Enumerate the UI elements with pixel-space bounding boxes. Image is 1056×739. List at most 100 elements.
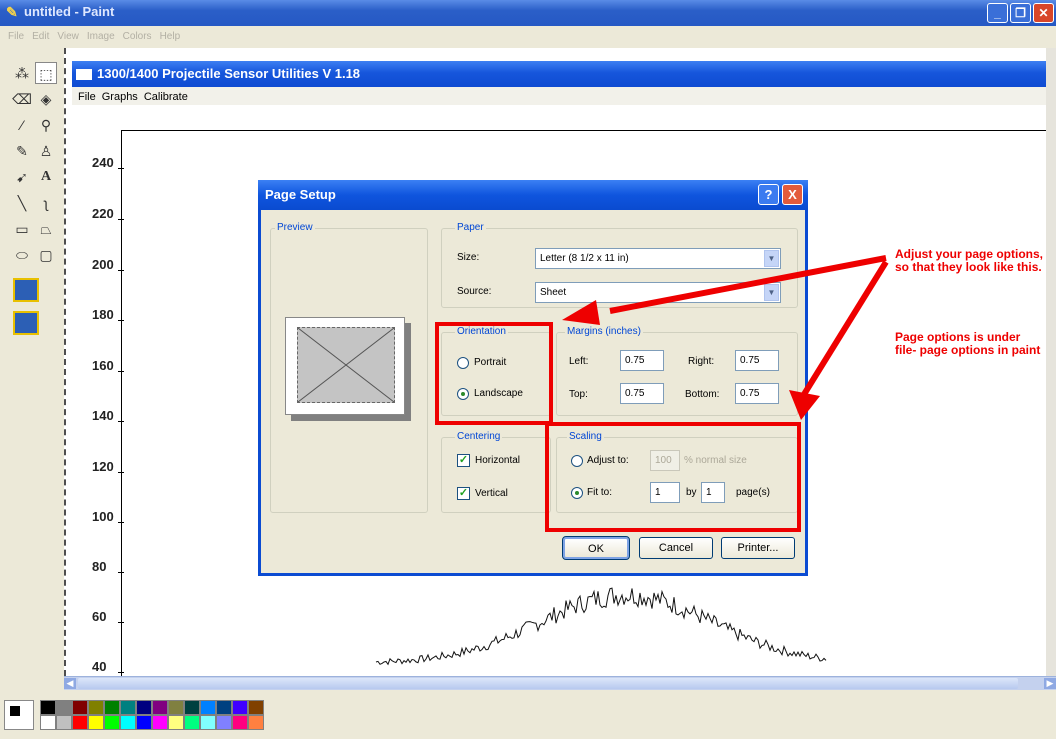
horizontal-scrollbar[interactable]: ◀ ▶ xyxy=(64,676,1056,690)
color-swatch[interactable] xyxy=(56,700,72,715)
color-swatch[interactable] xyxy=(216,715,232,730)
ellipse-icon[interactable]: ⬭ xyxy=(11,244,33,266)
rounded-rectangle-icon[interactable]: ▢ xyxy=(35,244,57,266)
text-icon[interactable]: A xyxy=(35,166,57,188)
vertical-scrollbar[interactable] xyxy=(1046,48,1056,676)
close-button[interactable]: ✕ xyxy=(1033,3,1054,23)
left-margin-input[interactable]: 0.75 xyxy=(620,350,664,371)
scroll-right-icon[interactable]: ▶ xyxy=(1044,678,1056,689)
horizontal-checkbox[interactable]: ✓ xyxy=(457,454,470,467)
vertical-checkbox[interactable]: ✓ xyxy=(457,487,470,500)
foreground-color[interactable] xyxy=(9,705,21,717)
bottom-margin-input[interactable]: 0.75 xyxy=(735,383,779,404)
left-margin-label: Left: xyxy=(569,356,589,367)
color-swatch[interactable] xyxy=(104,700,120,715)
color-swatch[interactable] xyxy=(248,715,264,730)
annotation-text-2: Page options is under file- page options… xyxy=(895,330,1041,357)
bottom-margin-label: Bottom: xyxy=(685,389,720,400)
color-swatch[interactable] xyxy=(184,715,200,730)
color-swatch[interactable] xyxy=(120,700,136,715)
printer-button[interactable]: Printer... xyxy=(721,537,795,559)
color-swatch[interactable] xyxy=(248,700,264,715)
window-controls: _ ❐ ✕ xyxy=(987,3,1054,23)
color-swatch[interactable] xyxy=(136,700,152,715)
airbrush-icon[interactable]: ➹ xyxy=(11,166,33,188)
menu-colors[interactable]: Colors xyxy=(123,31,152,42)
eyedropper-icon[interactable]: ⁄ xyxy=(11,114,33,136)
menu-file[interactable]: File xyxy=(8,31,24,42)
top-margin-label: Top: xyxy=(569,389,588,400)
ok-button[interactable]: OK xyxy=(562,536,630,560)
opaque-mode-icon[interactable] xyxy=(13,278,39,302)
fill-icon[interactable]: ◈ xyxy=(35,88,57,110)
preview-label: Preview xyxy=(275,222,315,233)
color-swatch[interactable] xyxy=(56,715,72,730)
dialog-title: Page Setup xyxy=(265,187,336,202)
curve-icon[interactable]: ʅ xyxy=(35,192,57,214)
polygon-icon[interactable]: ⏢ xyxy=(35,218,57,240)
color-swatch[interactable] xyxy=(168,700,184,715)
eraser-icon[interactable]: ⌫ xyxy=(11,88,33,110)
line-icon[interactable]: ╲ xyxy=(11,192,33,214)
vertical-label: Vertical xyxy=(475,488,508,499)
scrollbar-thumb[interactable] xyxy=(78,678,1018,689)
help-button[interactable]: ? xyxy=(758,184,779,205)
cancel-button[interactable]: Cancel xyxy=(639,537,713,559)
color-swatch[interactable] xyxy=(40,700,56,715)
horizontal-label: Horizontal xyxy=(475,455,521,466)
chevron-down-icon[interactable]: ▼ xyxy=(764,284,779,301)
paint-app-icon: ✎ xyxy=(6,4,18,20)
color-swatch[interactable] xyxy=(104,715,120,730)
color-swatch[interactable] xyxy=(216,700,232,715)
preview-page-icon xyxy=(297,327,395,403)
magnifier-icon[interactable]: ⚲ xyxy=(35,114,57,136)
paper-label: Paper xyxy=(455,222,486,233)
centering-group xyxy=(441,437,551,513)
color-swatch[interactable] xyxy=(40,715,56,730)
margins-label: Margins (inches) xyxy=(565,326,643,337)
paper-size-value: Letter (8 1/2 x 11 in) xyxy=(540,253,629,264)
current-colors[interactable] xyxy=(4,700,34,730)
paper-source-value: Sheet xyxy=(540,287,567,298)
color-swatch[interactable] xyxy=(200,700,216,715)
color-swatch[interactable] xyxy=(168,715,184,730)
source-label: Source: xyxy=(457,286,492,297)
menu-view[interactable]: View xyxy=(57,31,79,42)
top-margin-input[interactable]: 0.75 xyxy=(620,383,664,404)
right-margin-input[interactable]: 0.75 xyxy=(735,350,779,371)
paper-source-select[interactable]: Sheet ▼ xyxy=(535,282,781,303)
rectangle-icon[interactable]: ▭ xyxy=(11,218,33,240)
color-swatch[interactable] xyxy=(136,715,152,730)
centering-label: Centering xyxy=(455,431,503,442)
orientation-highlight xyxy=(435,322,553,425)
color-swatch[interactable] xyxy=(120,715,136,730)
paper-size-select[interactable]: Letter (8 1/2 x 11 in) ▼ xyxy=(535,248,781,269)
toolbox: ⁂ ⬚ ⌫ ◈ ⁄ ⚲ ✎ ♙ ➹ A ╲ ʅ ▭ ⏢ ⬭ ▢ xyxy=(0,48,64,688)
pencil-icon[interactable]: ✎ xyxy=(11,140,33,162)
color-swatch[interactable] xyxy=(152,715,168,730)
color-swatch[interactable] xyxy=(200,715,216,730)
paint-window: ✎ untitled - Paint _ ❐ ✕ File Edit View Ima… xyxy=(0,0,1056,739)
brush-icon[interactable]: ♙ xyxy=(35,140,57,162)
scroll-left-icon[interactable]: ◀ xyxy=(64,678,76,689)
scaling-highlight xyxy=(545,422,801,532)
color-swatch[interactable] xyxy=(152,700,168,715)
color-swatch[interactable] xyxy=(232,700,248,715)
color-swatch[interactable] xyxy=(72,700,88,715)
right-margin-label: Right: xyxy=(688,356,715,367)
minimize-button[interactable]: _ xyxy=(987,3,1008,23)
transparent-mode-icon[interactable] xyxy=(13,311,39,335)
color-swatch[interactable] xyxy=(72,715,88,730)
chevron-down-icon[interactable]: ▼ xyxy=(764,250,779,267)
menu-help[interactable]: Help xyxy=(160,31,181,42)
color-swatch[interactable] xyxy=(88,700,104,715)
color-swatch[interactable] xyxy=(88,715,104,730)
free-select-icon[interactable]: ⁂ xyxy=(11,62,33,84)
dialog-close-button[interactable]: X xyxy=(782,184,803,205)
menu-image[interactable]: Image xyxy=(87,31,115,42)
color-swatch[interactable] xyxy=(232,715,248,730)
color-swatch[interactable] xyxy=(184,700,200,715)
maximize-button[interactable]: ❐ xyxy=(1010,3,1031,23)
select-icon[interactable]: ⬚ xyxy=(35,62,57,84)
menu-edit[interactable]: Edit xyxy=(32,31,49,42)
